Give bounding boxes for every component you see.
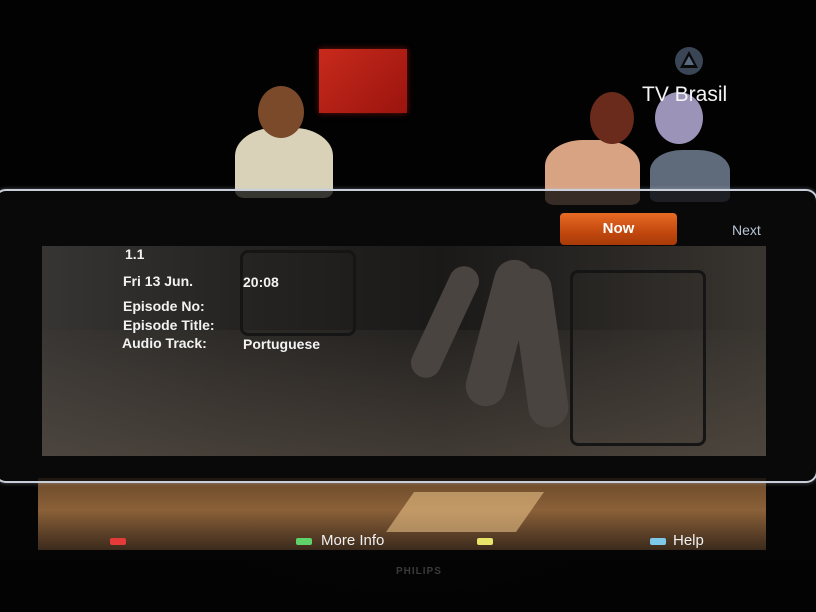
- tv-brasil-logo-icon: [673, 45, 705, 81]
- episode-title-label: Episode Title:: [123, 317, 215, 333]
- help-label: Help: [673, 532, 704, 549]
- chair-right: [570, 270, 706, 446]
- tv-bezel: TV Brasil Now Next 1.1 Fri 13 Jun. 20:08…: [0, 0, 816, 612]
- studio-red-panel: [319, 49, 407, 113]
- chair-left: [240, 250, 356, 336]
- tv-screen: TV Brasil Now Next 1.1 Fri 13 Jun. 20:08…: [0, 0, 816, 560]
- tv-brand-logo: PHILIPS: [396, 566, 442, 577]
- channel-logo-text: TV Brasil: [642, 83, 728, 106]
- yellow-key-icon: [477, 538, 493, 545]
- channel-number: 1.1: [125, 246, 145, 262]
- broadcast-date: Fri 13 Jun.: [123, 273, 194, 289]
- audio-track-label: Audio Track:: [122, 335, 207, 351]
- broadcast-time: 20:08: [243, 274, 279, 290]
- presenter-left: [235, 128, 333, 198]
- red-key-icon: [110, 538, 126, 545]
- more-info-label: More Info: [321, 532, 385, 549]
- episode-number-label: Episode No:: [123, 298, 205, 314]
- tab-now[interactable]: Now: [560, 213, 677, 245]
- color-key-bar: More Info Help: [0, 530, 816, 556]
- blue-key-icon: [650, 538, 666, 545]
- audio-track-value: Portuguese: [243, 336, 321, 352]
- guest-center-head: [590, 92, 634, 144]
- green-key-icon: [296, 538, 312, 545]
- presenter-left-head: [258, 86, 304, 138]
- tab-next[interactable]: Next: [732, 222, 761, 238]
- channel-logo: TV Brasil: [640, 45, 740, 110]
